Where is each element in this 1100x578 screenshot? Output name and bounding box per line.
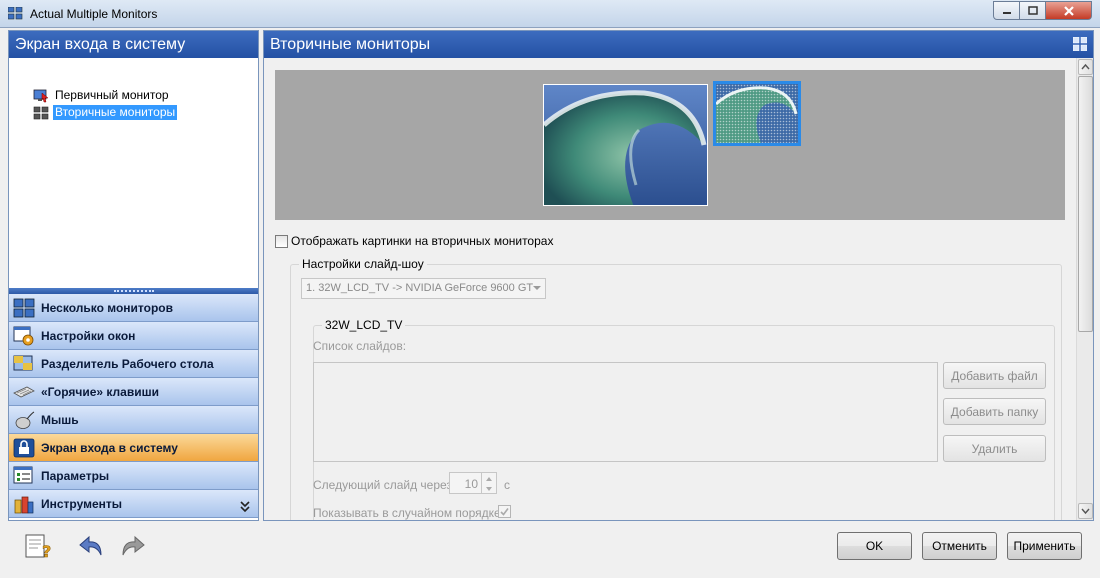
chevron-double-down-icon[interactable] xyxy=(240,500,250,512)
minimize-button[interactable] xyxy=(993,1,1020,20)
left-panel: Экран входа в систему Первичный монитор … xyxy=(8,30,259,521)
nav-item-logon-screen[interactable]: Экран входа в систему xyxy=(9,434,258,462)
monitor-select[interactable]: 1. 32W_LCD_TV -> NVIDIA GeForce 9600 GT xyxy=(301,278,546,299)
secondary-monitor-thumbnail[interactable] xyxy=(713,81,801,146)
settings-tree: Первичный монитор Вторичные мониторы xyxy=(9,58,258,288)
wave-image xyxy=(716,84,798,143)
dialog-footer: ? OK Отменить Применить xyxy=(0,523,1100,578)
tools-icon xyxy=(14,496,34,513)
keyboard-icon xyxy=(13,386,35,397)
spin-up-button[interactable] xyxy=(481,473,496,483)
mouse-icon xyxy=(15,411,35,429)
secondary-monitors-icon xyxy=(33,106,49,119)
add-folder-button[interactable]: Добавить папку xyxy=(943,398,1046,425)
close-icon xyxy=(1063,5,1074,16)
page-title: Вторичные мониторы xyxy=(270,36,431,53)
seconds-label: с xyxy=(504,478,510,492)
chevron-down-icon xyxy=(533,286,541,290)
nav-item-label: Разделитель Рабочего стола xyxy=(41,356,214,371)
nav-item-label: Инструменты xyxy=(41,496,123,511)
cancel-button[interactable]: Отменить xyxy=(922,532,997,560)
nav-item-multiple-monitors[interactable]: Несколько мониторов xyxy=(9,294,258,322)
primary-monitor-thumbnail[interactable] xyxy=(543,84,708,206)
tree-item-label: Первичный монитор xyxy=(55,88,169,102)
maximize-button[interactable] xyxy=(1020,1,1046,20)
chevron-down-icon xyxy=(486,487,492,491)
tree-item-secondary-monitors[interactable]: Вторичные мониторы xyxy=(33,105,178,120)
window-title: Actual Multiple Monitors xyxy=(30,7,158,21)
right-panel: Вторичные мониторы Отображать картинки н… xyxy=(263,30,1094,521)
multi-monitor-icon xyxy=(8,7,23,20)
nav-item-mouse[interactable]: Мышь xyxy=(9,406,258,434)
settings-content: Отображать картинки на вторичных монитор… xyxy=(264,58,1076,520)
random-order-checkbox[interactable] xyxy=(498,505,511,518)
tree-item-label: Вторичные мониторы xyxy=(53,105,178,120)
show-pictures-label[interactable]: Отображать картинки на вторичных монитор… xyxy=(291,234,553,248)
close-button[interactable] xyxy=(1046,1,1092,20)
scroll-thumb[interactable] xyxy=(1078,76,1093,332)
nav-item-label: «Горячие» клавиши xyxy=(41,384,159,399)
checkmark-icon xyxy=(500,508,509,516)
slideshow-group-label: Настройки слайд-шоу xyxy=(299,257,427,271)
next-slide-stepper[interactable]: 10 xyxy=(449,472,497,494)
title-bar: Actual Multiple Monitors xyxy=(0,0,1100,28)
svg-text:?: ? xyxy=(42,542,51,561)
slides-list[interactable] xyxy=(313,362,938,462)
apply-button[interactable]: Применить xyxy=(1007,532,1082,560)
nav-item-label: Экран входа в систему xyxy=(41,440,178,455)
chevron-down-icon xyxy=(1081,508,1090,515)
tree-item-primary-monitor[interactable]: Первичный монитор xyxy=(33,88,171,103)
next-slide-label: Следующий слайд через: xyxy=(313,478,456,492)
nav-item-window-settings[interactable]: Настройки окон xyxy=(9,322,258,350)
undo-icon[interactable] xyxy=(77,533,107,561)
left-panel-header: Экран входа в систему xyxy=(9,31,258,58)
monitor-preview xyxy=(275,70,1065,220)
help-icon[interactable]: ? xyxy=(24,533,54,561)
nav-item-tools[interactable]: Инструменты xyxy=(9,490,258,518)
vertical-scrollbar[interactable] xyxy=(1076,58,1093,520)
show-pictures-checkbox[interactable] xyxy=(275,234,288,248)
wave-image xyxy=(544,85,707,205)
options-icon xyxy=(13,466,33,483)
primary-monitor-icon xyxy=(33,89,49,102)
window-settings-icon xyxy=(13,326,34,345)
delete-button[interactable]: Удалить xyxy=(943,435,1046,462)
show-pictures-row: Отображать картинки на вторичных монитор… xyxy=(275,234,553,248)
multi-monitor-icon xyxy=(13,298,35,317)
scroll-down-button[interactable] xyxy=(1078,503,1093,519)
add-file-button[interactable]: Добавить файл xyxy=(943,362,1046,389)
minimize-icon xyxy=(1002,11,1011,14)
next-slide-value: 10 xyxy=(464,477,478,491)
chevron-up-icon xyxy=(1081,63,1090,70)
nav-item-desktop-divider[interactable]: Разделитель Рабочего стола xyxy=(9,350,258,378)
monitor-select-value: 1. 32W_LCD_TV -> NVIDIA GeForce 9600 GT xyxy=(306,282,534,294)
redo-icon[interactable] xyxy=(117,533,147,561)
spin-down-button[interactable] xyxy=(481,483,496,493)
nav-item-options[interactable]: Параметры xyxy=(9,462,258,490)
monitor-group-label: 32W_LCD_TV xyxy=(322,318,406,332)
ok-button[interactable]: OK xyxy=(837,532,912,560)
desktop-divider-icon xyxy=(13,355,33,370)
slides-list-label: Список слайдов: xyxy=(313,339,407,353)
right-panel-header: Вторичные мониторы xyxy=(264,31,1093,58)
nav-item-hotkeys[interactable]: «Горячие» клавиши xyxy=(9,378,258,406)
scroll-up-button[interactable] xyxy=(1078,59,1093,75)
category-nav: Несколько мониторов Настройки окон Разде… xyxy=(9,294,258,518)
nav-item-label: Настройки окон xyxy=(41,328,136,343)
maximize-icon xyxy=(1027,6,1038,15)
multi-monitor-icon[interactable] xyxy=(1073,37,1087,51)
nav-item-label: Параметры xyxy=(41,468,110,483)
lock-icon xyxy=(13,438,35,457)
random-order-label: Показывать в случайном порядке xyxy=(313,506,501,520)
nav-item-label: Несколько мониторов xyxy=(41,300,174,315)
nav-item-label: Мышь xyxy=(41,412,79,427)
